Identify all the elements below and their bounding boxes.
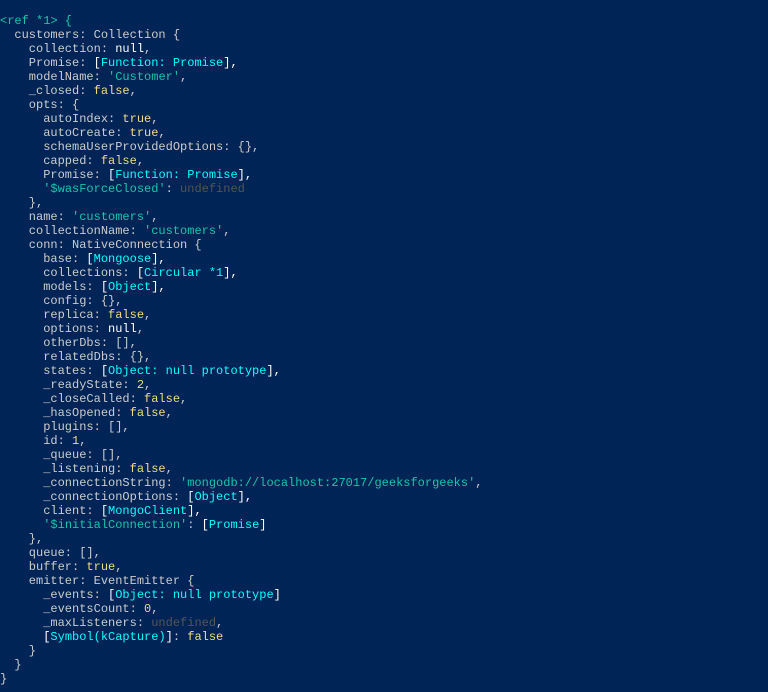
line: }, xyxy=(0,532,43,546)
line: relatedDbs: {}, xyxy=(0,350,151,364)
line: id: 1, xyxy=(0,434,86,448)
line: autoIndex: true, xyxy=(0,112,158,126)
line: buffer: true, xyxy=(0,560,122,574)
line: client: [MongoClient], xyxy=(0,504,202,518)
line: options: null, xyxy=(0,322,144,336)
line: }, xyxy=(0,196,43,210)
line: [Symbol(kCapture)]: false xyxy=(0,630,223,644)
line: modelName: 'Customer', xyxy=(0,70,187,84)
line: otherDbs: [], xyxy=(0,336,137,350)
line: base: [Mongoose], xyxy=(0,252,166,266)
line: replica: false, xyxy=(0,308,151,322)
line: _closeCalled: false, xyxy=(0,392,187,406)
line: _readyState: 2, xyxy=(0,378,151,392)
line: name: 'customers', xyxy=(0,210,158,224)
line: capped: false, xyxy=(0,154,144,168)
line: _hasOpened: false, xyxy=(0,406,173,420)
line: autoCreate: true, xyxy=(0,126,166,140)
line: } xyxy=(0,644,36,658)
line: _queue: [], xyxy=(0,448,122,462)
line: '$wasForceClosed': undefined xyxy=(0,182,245,196)
line: _connectionString: 'mongodb://localhost:… xyxy=(0,476,482,490)
line: states: [Object: null prototype], xyxy=(0,364,281,378)
line: } xyxy=(0,658,22,672)
line: _eventsCount: 0, xyxy=(0,602,158,616)
line: collection: null, xyxy=(0,42,151,56)
line: Promise: [Function: Promise], xyxy=(0,168,252,182)
line: conn: NativeConnection { xyxy=(0,238,202,252)
line: <ref *1> { xyxy=(0,14,72,28)
line: collections: [Circular *1], xyxy=(0,266,238,280)
line: _maxListeners: undefined, xyxy=(0,616,223,630)
line: '$initialConnection': [Promise] xyxy=(0,518,266,532)
line: _listening: false, xyxy=(0,462,173,476)
line: plugins: [], xyxy=(0,420,130,434)
terminal-output: <ref *1> { customers: Collection { colle… xyxy=(0,0,768,686)
line: collectionName: 'customers', xyxy=(0,224,230,238)
line: } xyxy=(0,672,7,686)
line: _events: [Object: null prototype] xyxy=(0,588,281,602)
line: opts: { xyxy=(0,98,79,112)
line: models: [Object], xyxy=(0,280,166,294)
line: schemaUserProvidedOptions: {}, xyxy=(0,140,259,154)
line: Promise: [Function: Promise], xyxy=(0,56,238,70)
line: queue: [], xyxy=(0,546,101,560)
line: _closed: false, xyxy=(0,84,137,98)
line: _connectionOptions: [Object], xyxy=(0,490,252,504)
line: customers: Collection { xyxy=(0,28,180,42)
line: emitter: EventEmitter { xyxy=(0,574,194,588)
line: config: {}, xyxy=(0,294,122,308)
